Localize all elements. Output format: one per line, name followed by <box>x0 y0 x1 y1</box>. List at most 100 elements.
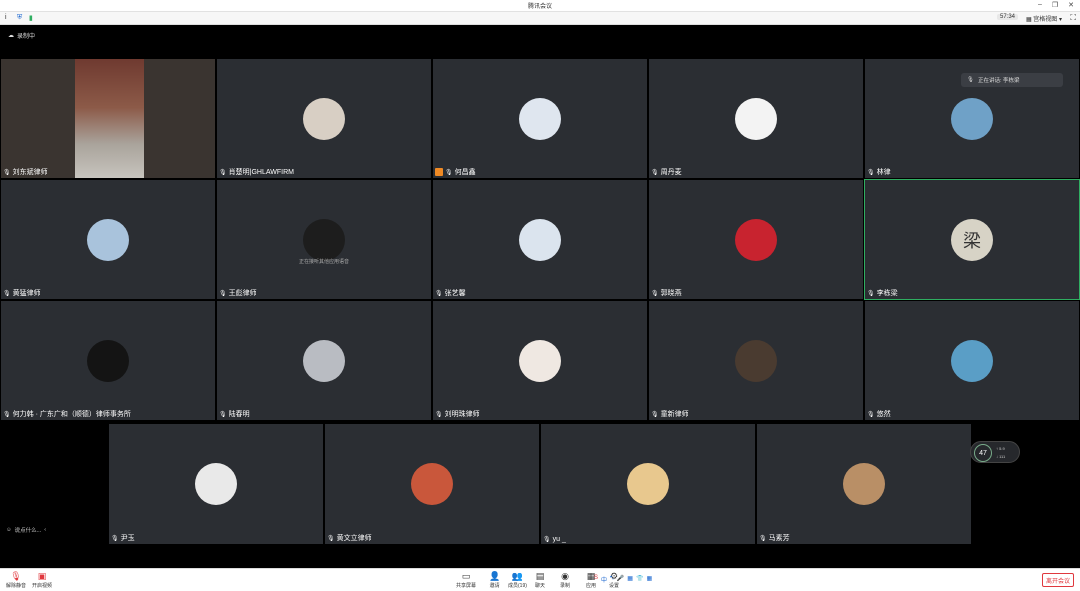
start-video-button[interactable]: ▣ 开启视频 <box>32 571 52 589</box>
avatar <box>951 339 993 382</box>
upload-speed: ↑ 5.9 <box>996 446 1005 451</box>
participant-tile[interactable]: 梁 🎙 李栋梁 <box>864 179 1080 300</box>
avatar <box>519 97 561 140</box>
participant-tile[interactable]: 🎙 尹玉 <box>108 423 324 545</box>
mic-icon: 🎙 <box>867 169 875 176</box>
mic-icon: 🎙 <box>967 77 974 83</box>
record-button[interactable]: ◉ 录制 <box>560 571 570 589</box>
participant-name-tag: 🎙 马素芳 <box>759 533 790 543</box>
participant-name-tag: 🎙 黄文立律师 <box>327 533 372 543</box>
minimize-button[interactable]: – <box>1038 1 1042 9</box>
participant-name: 肖楚明|GHLAWFIRM <box>228 169 294 176</box>
users-icon: 👥 <box>511 571 524 581</box>
mic-icon: 🎙 <box>435 290 443 297</box>
add-user-icon: 👤 <box>489 571 501 581</box>
window-title: 腾讯会议 <box>527 4 552 10</box>
participant-name: 周丹麦 <box>660 169 682 176</box>
mic-icon: 🎙 <box>759 535 767 542</box>
participant-name: 黄猛律师 <box>12 290 41 297</box>
participant-tile[interactable]: 🎙 肖楚明|GHLAWFIRM <box>216 58 432 179</box>
participant-name-tag: 🎙 李栋梁 <box>867 288 898 298</box>
avatar <box>303 97 345 140</box>
participant-name-tag: 🎙 何昌鑫 <box>435 167 476 177</box>
participant-tile[interactable]: 🎙 陆春明 <box>216 300 432 421</box>
participant-tile[interactable]: 🎙 周丹麦 <box>648 58 864 179</box>
view-mode-button[interactable]: ▦ 宫格视图 ▾ <box>1026 14 1062 23</box>
host-icon <box>435 168 443 176</box>
participant-tile[interactable]: 🎙 童新律师 <box>648 300 864 421</box>
avatar <box>303 339 345 382</box>
participant-name: 马素芳 <box>768 535 790 542</box>
mic-icon: 🎙 <box>445 169 453 176</box>
participant-tile[interactable]: 🎙 刘东斌律师 <box>0 58 216 179</box>
participant-name: 悠然 <box>876 411 891 418</box>
members-button[interactable]: 👥 成员(19) <box>508 571 527 589</box>
participant-tile[interactable]: 🎙 郭晓燕 <box>648 179 864 300</box>
chat-icon: ☺ <box>6 527 12 533</box>
participant-name-tag: 🎙 刘东斌律师 <box>3 167 48 177</box>
avatar <box>735 218 777 261</box>
signal-icon[interactable]: ▮ <box>29 14 33 22</box>
chat-placeholder: 说点什么... <box>14 528 42 534</box>
network-percent: 47 <box>974 444 992 462</box>
recording-label: 录制中 <box>17 34 36 40</box>
title-bar: 腾讯会议 – ❐ ✕ <box>0 0 1080 12</box>
fullscreen-icon[interactable]: ⛶ <box>1070 13 1076 23</box>
avatar <box>519 339 561 382</box>
participant-tile[interactable]: 🎙 悠然 <box>864 300 1080 421</box>
participant-tile[interactable]: 🎙 张艺馨 <box>432 179 648 300</box>
participant-tile[interactable]: 🎙 黄猛律师 <box>0 179 216 300</box>
participant-name: 童新律师 <box>660 411 689 418</box>
participant-name-tag: 🎙 郭晓燕 <box>651 288 682 298</box>
participant-name-tag: 🎙 陆春明 <box>219 409 250 419</box>
participant-name: 何力韩 · 广东广和（顺德）律师事务所 <box>12 411 131 418</box>
message-icon: ▤ <box>535 571 545 581</box>
participant-tile[interactable]: 🎙 何力韩 · 广东广和（顺德）律师事务所 <box>0 300 216 421</box>
restore-button[interactable]: ❐ <box>1052 1 1058 9</box>
participant-name-tag: 🎙 何力韩 · 广东广和（顺德）律师事务所 <box>3 409 131 419</box>
download-speed: ↓ 111 <box>996 454 1006 459</box>
avatar <box>195 463 237 505</box>
mic-icon: 🎙 <box>327 535 335 542</box>
participant-name-tag: 🎙 童新律师 <box>651 409 689 419</box>
avatar <box>735 339 777 382</box>
chevron-left-icon: ‹ <box>44 527 47 533</box>
participant-tile[interactable]: 🎙 马素芳 <box>756 423 972 545</box>
avatar <box>303 218 345 261</box>
chat-button[interactable]: ▤ 聊天 <box>535 571 545 589</box>
participant-name: 李栋梁 <box>876 290 898 297</box>
shield-icon[interactable]: ⛨ <box>17 14 22 22</box>
chat-bubble[interactable]: ☺ 说点什么... ‹ <box>6 526 46 534</box>
participant-status: 正在接听其他应用语音 <box>298 259 349 265</box>
record-icon: ◉ <box>561 571 569 581</box>
participant-name: 郭晓燕 <box>660 290 682 297</box>
network-status-widget[interactable]: 47 ↑ 5.9 ↓ 111 <box>970 441 1020 463</box>
meeting-toolbar: i ⛨ ▮ 57:34 ▦ 宫格视图 ▾ ⛶ <box>0 12 1080 25</box>
invite-button[interactable]: 👤 邀请 <box>489 571 500 589</box>
mic-icon: 🎙 <box>219 169 227 176</box>
participant-tile[interactable]: 🎙 何昌鑫 <box>432 58 648 179</box>
avatar <box>735 97 777 140</box>
share-screen-button[interactable]: ▭ 共享屏幕 <box>456 571 476 589</box>
avatar <box>627 463 669 505</box>
participant-tile[interactable]: 🎙 黄文立律师 <box>324 423 540 545</box>
participant-name-tag: 🎙 尹玉 <box>111 533 135 543</box>
unmute-button[interactable]: 🎙 解除静音 <box>6 571 26 589</box>
participant-tile[interactable]: 正在接听其他应用语音 🎙 王彪律师 <box>216 179 432 300</box>
mic-icon: 🎙 <box>651 290 659 297</box>
info-icon[interactable]: i <box>5 14 7 21</box>
avatar <box>519 218 561 261</box>
camera-off-icon: ▣ <box>37 571 47 581</box>
avatar <box>411 463 453 505</box>
window-controls: – ❐ ✕ <box>1038 1 1074 9</box>
mic-icon: 🎙 <box>219 411 227 418</box>
leave-meeting-button[interactable]: 离开会议 <box>1042 573 1074 587</box>
participant-tile[interactable]: 🎙 林律 🎙 正在讲话: 李栋梁 <box>864 58 1080 179</box>
participant-tile[interactable]: 🎙 刘明珠律师 <box>432 300 648 421</box>
participant-name: 张艺馨 <box>444 290 466 297</box>
participant-tile[interactable]: 🎙 yu _ <box>540 423 756 545</box>
participant-name-tag: 🎙 林律 <box>867 167 891 177</box>
close-button[interactable]: ✕ <box>1068 1 1074 9</box>
avatar <box>843 463 885 505</box>
participant-name-tag: 🎙 肖楚明|GHLAWFIRM <box>219 167 294 177</box>
